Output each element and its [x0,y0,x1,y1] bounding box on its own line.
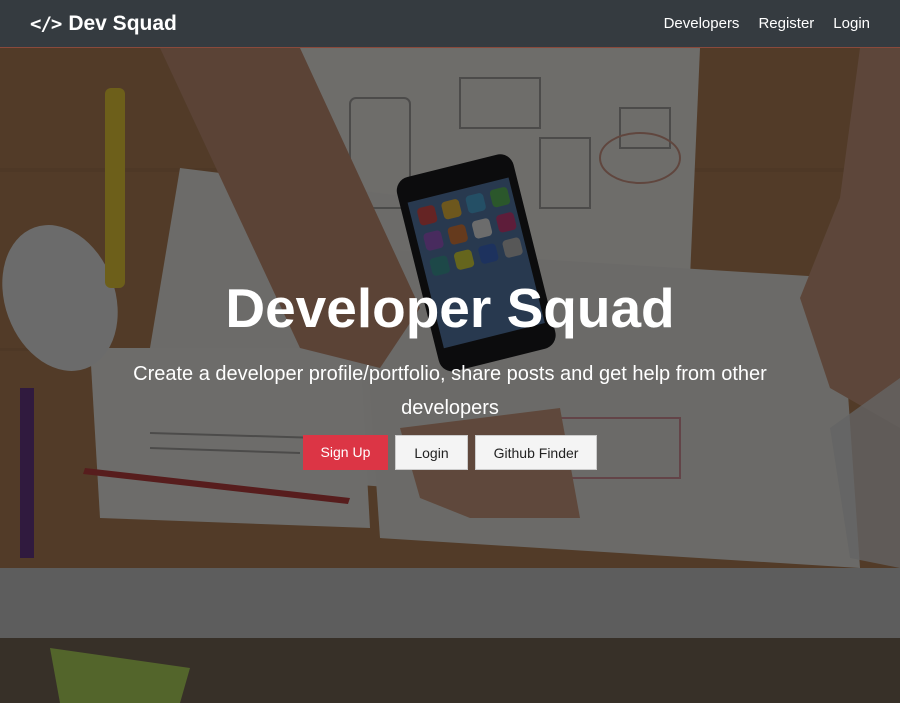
login-button[interactable]: Login [395,435,468,470]
nav-link-register[interactable]: Register [758,15,814,32]
nav-link-developers[interactable]: Developers [664,15,740,32]
landing-hero: Developer Squad Create a developer profi… [0,48,900,703]
brand-text: Dev Squad [68,11,177,35]
nav-link-login[interactable]: Login [833,15,870,32]
nav-links: Developers Register Login [645,15,870,32]
sign-up-button[interactable]: Sign Up [302,435,389,470]
navbar: </> Dev Squad Developers Register Login [0,0,900,48]
github-finder-button[interactable]: Github Finder [474,435,598,470]
hero-buttons: Sign Up Login Github Finder [0,435,900,470]
code-icon: </> [30,12,62,35]
brand-link[interactable]: </> Dev Squad [30,12,177,36]
hero-lead: Create a developer profile/portfolio, sh… [133,363,767,419]
hero-title: Developer Squad [225,277,675,339]
